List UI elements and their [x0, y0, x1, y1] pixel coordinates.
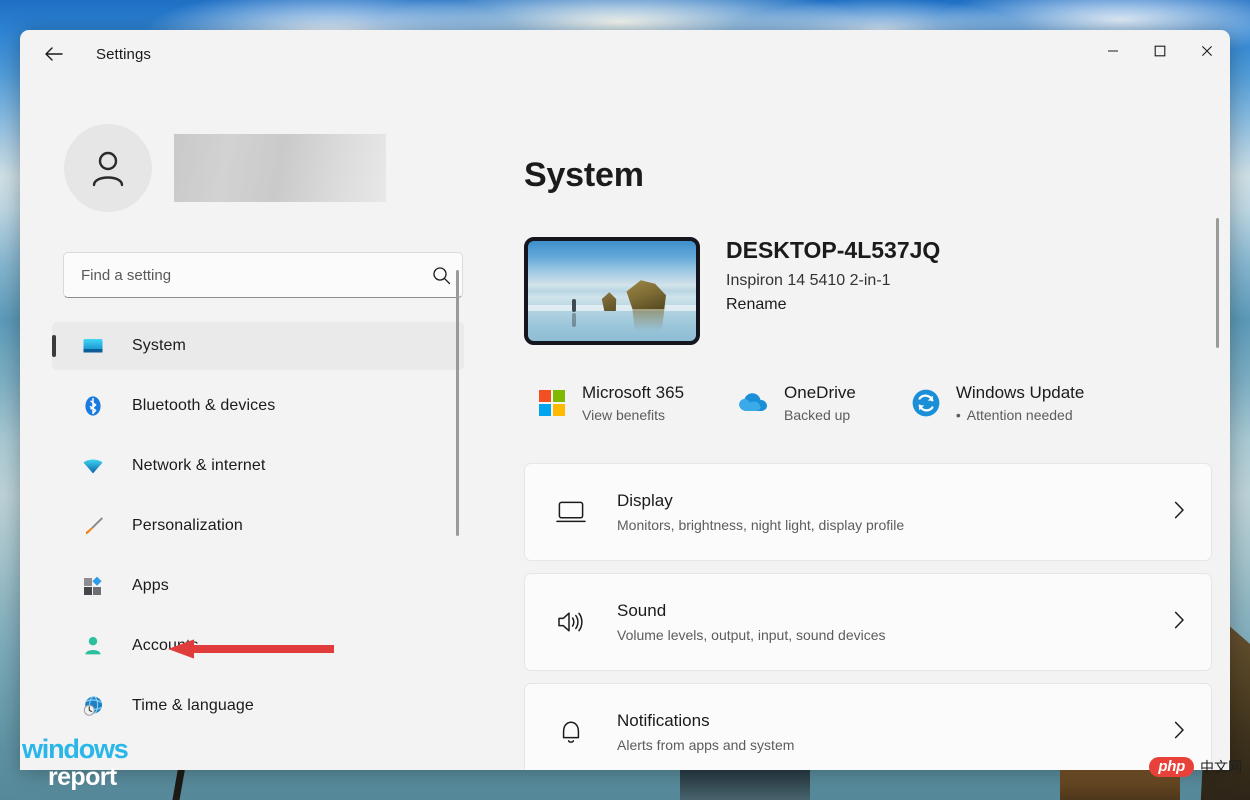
- wifi-icon: [80, 453, 106, 479]
- chevron-right-icon: [1174, 501, 1185, 524]
- person-icon: [80, 633, 106, 659]
- username-redacted: [174, 134, 386, 202]
- quick-link-subtitle: Backed up: [784, 407, 856, 423]
- sidebar-item-label: Apps: [132, 577, 169, 595]
- minimize-icon[interactable]: [1089, 30, 1136, 72]
- quick-link-subtitle: View benefits: [582, 407, 684, 423]
- speaker-icon: [551, 602, 591, 642]
- sidebar-nav: System Bluetooth & devices: [52, 322, 464, 730]
- settings-window: Settings: [20, 30, 1230, 770]
- sidebar-item-label: Time & language: [132, 697, 254, 715]
- sidebar-item-accounts[interactable]: Accounts: [52, 622, 464, 670]
- settings-card-notifications[interactable]: Notifications Alerts from apps and syste…: [524, 683, 1212, 770]
- desktop-background: Settings: [0, 0, 1250, 800]
- quick-link-windows-update[interactable]: Windows Update Attention needed: [902, 377, 1093, 429]
- card-subtitle: Alerts from apps and system: [617, 737, 794, 753]
- device-model: Inspiron 14 5410 2-in-1: [726, 272, 940, 290]
- windows-update-sync-icon: [910, 387, 942, 419]
- rename-link[interactable]: Rename: [726, 296, 786, 314]
- person-avatar-icon: [64, 124, 152, 212]
- card-subtitle: Volume levels, output, input, sound devi…: [617, 627, 886, 643]
- globe-clock-icon: [80, 693, 106, 719]
- sidebar-item-label: Personalization: [132, 517, 243, 535]
- title-bar: Settings: [20, 30, 1230, 78]
- quick-links-row: Microsoft 365 View benefits OneDr: [528, 377, 1230, 429]
- quick-link-title: Windows Update: [956, 383, 1085, 403]
- sidebar-item-bluetooth-devices[interactable]: Bluetooth & devices: [52, 382, 464, 430]
- bell-icon: [551, 712, 591, 752]
- settings-card-display[interactable]: Display Monitors, brightness, night ligh…: [524, 463, 1212, 561]
- maximize-icon[interactable]: [1136, 30, 1183, 72]
- device-name: DESKTOP-4L537JQ: [726, 237, 940, 264]
- sidebar-item-time-language[interactable]: Time & language: [52, 682, 464, 730]
- quick-link-title: OneDrive: [784, 383, 856, 403]
- quick-link-subtitle: Attention needed: [956, 407, 1085, 423]
- microsoft-logo-icon: [536, 387, 568, 419]
- card-subtitle: Monitors, brightness, night light, displ…: [617, 517, 904, 533]
- device-summary: DESKTOP-4L537JQ Inspiron 14 5410 2-in-1 …: [524, 237, 1230, 345]
- quick-link-onedrive[interactable]: OneDrive Backed up: [730, 377, 864, 429]
- card-title: Notifications: [617, 711, 794, 731]
- sidebar-item-system[interactable]: System: [52, 322, 464, 370]
- main-scrollbar[interactable]: [1216, 218, 1219, 348]
- settings-card-sound[interactable]: Sound Volume levels, output, input, soun…: [524, 573, 1212, 671]
- page-title: System: [524, 156, 1230, 195]
- window-controls: [1089, 30, 1230, 72]
- card-title: Display: [617, 491, 904, 511]
- sidebar-item-network-internet[interactable]: Network & internet: [52, 442, 464, 490]
- apps-squares-icon: [80, 573, 106, 599]
- paintbrush-icon: [80, 513, 106, 539]
- chevron-right-icon: [1174, 611, 1185, 634]
- search-box: [63, 252, 463, 298]
- user-profile[interactable]: [64, 124, 472, 212]
- search-icon[interactable]: [429, 263, 453, 287]
- quick-link-microsoft-365[interactable]: Microsoft 365 View benefits: [528, 377, 692, 429]
- desktop-wallpaper-thumbnail: [524, 237, 700, 345]
- sidebar-item-apps[interactable]: Apps: [52, 562, 464, 610]
- sidebar-item-label: Bluetooth & devices: [132, 397, 275, 415]
- monitor-outline-icon: [551, 492, 591, 532]
- sidebar-item-label: Accounts: [132, 637, 199, 655]
- bluetooth-icon: [80, 393, 106, 419]
- sidebar-item-label: System: [132, 337, 186, 355]
- sidebar-item-personalization[interactable]: Personalization: [52, 502, 464, 550]
- main-content: System DESKTOP-4L537JQ Inspiron 14 5410 …: [472, 78, 1230, 770]
- sidebar: System Bluetooth & devices: [20, 78, 472, 770]
- onedrive-cloud-icon: [738, 387, 770, 419]
- quick-link-title: Microsoft 365: [582, 383, 684, 403]
- sidebar-scrollbar[interactable]: [456, 270, 459, 536]
- monitor-icon: [80, 333, 106, 359]
- search-input[interactable]: [63, 252, 463, 298]
- back-arrow-icon[interactable]: [34, 37, 72, 71]
- close-icon[interactable]: [1183, 30, 1230, 72]
- window-body: System Bluetooth & devices: [20, 78, 1230, 770]
- chevron-right-icon: [1174, 721, 1185, 744]
- sidebar-item-label: Network & internet: [132, 457, 265, 475]
- settings-cards: Display Monitors, brightness, night ligh…: [524, 463, 1230, 770]
- card-title: Sound: [617, 601, 886, 621]
- app-title: Settings: [96, 46, 151, 63]
